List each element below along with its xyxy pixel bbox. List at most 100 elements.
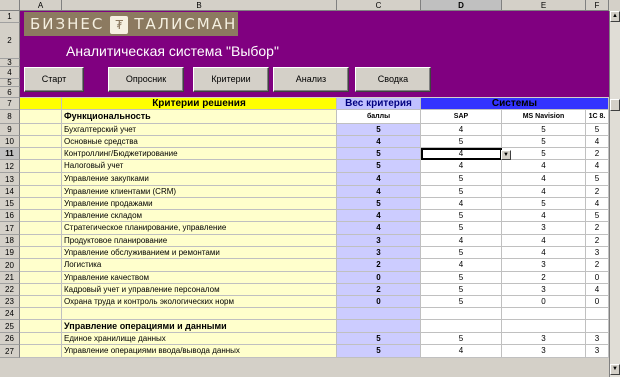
column-header-a[interactable]: A — [20, 0, 62, 11]
system-score[interactable]: 2 — [502, 272, 586, 284]
row-header-2[interactable]: 2 — [0, 23, 20, 59]
criterion-weight[interactable]: 5 — [337, 333, 421, 345]
system-score[interactable]: 5 — [421, 284, 502, 296]
cell-a14[interactable] — [20, 186, 62, 198]
cell-gap[interactable] — [421, 320, 502, 333]
cell-c24[interactable] — [337, 308, 421, 320]
criterion-weight[interactable]: 2 — [337, 259, 421, 272]
cell-a20[interactable] — [20, 259, 62, 272]
row-header-7[interactable]: 7 — [0, 98, 20, 110]
system-score[interactable]: 3 — [502, 345, 586, 358]
system-score[interactable]: 5 — [421, 222, 502, 235]
system-score[interactable]: 4 — [421, 235, 502, 247]
row-header-16[interactable]: 16 — [0, 210, 20, 222]
criterion-name[interactable]: Управление обслуживанием и ремонтами — [62, 247, 337, 259]
system-score[interactable]: 5 — [586, 124, 609, 136]
cell-c25[interactable] — [337, 320, 421, 333]
system-score[interactable]: 5 — [421, 210, 502, 222]
row-header-8[interactable]: 8 — [0, 110, 20, 124]
criterion-weight[interactable]: 4 — [337, 210, 421, 222]
system-score[interactable]: 2 — [586, 148, 609, 160]
criterion-name[interactable]: Управление продажами — [62, 198, 337, 210]
system-name-2[interactable]: 1С 8. — [586, 110, 609, 124]
row-header-15[interactable]: 15 — [0, 198, 20, 210]
system-score[interactable]: 2 — [586, 259, 609, 272]
row-header-3[interactable]: 3 — [0, 59, 20, 67]
system-score[interactable]: 4 — [421, 198, 502, 210]
criterion-name[interactable]: Управление клиентами (CRM) — [62, 186, 337, 198]
system-score[interactable]: 5 — [586, 173, 609, 186]
criterion-weight[interactable]: 4 — [337, 173, 421, 186]
system-score[interactable]: 3 — [586, 247, 609, 259]
system-score[interactable]: 5 — [502, 198, 586, 210]
criterion-name[interactable]: Управление складом — [62, 210, 337, 222]
cell-a12[interactable] — [20, 160, 62, 173]
system-name-0[interactable]: SAP — [421, 110, 502, 124]
group-icon-cell-2[interactable] — [20, 320, 62, 333]
system-score[interactable]: 0 — [586, 272, 609, 284]
system-score[interactable]: 4 — [586, 136, 609, 148]
criterion-name[interactable]: Кадровый учет и управление персоналом — [62, 284, 337, 296]
criterion-weight[interactable]: 2 — [337, 284, 421, 296]
criterion-name[interactable]: Охрана труда и контроль экологических но… — [62, 296, 337, 308]
criterion-name[interactable]: Единое хранилище данных — [62, 333, 337, 345]
system-score[interactable]: 5 — [421, 333, 502, 345]
cell-gap[interactable] — [502, 320, 586, 333]
system-score[interactable]: 4 — [586, 160, 609, 173]
criteria-button[interactable]: Критерии — [193, 67, 269, 92]
cell-a13[interactable] — [20, 173, 62, 186]
system-score[interactable]: 4 — [502, 210, 586, 222]
row-header-22[interactable]: 22 — [0, 284, 20, 296]
criterion-weight[interactable]: 5 — [337, 345, 421, 358]
criterion-weight[interactable]: 5 — [337, 148, 421, 160]
system-score[interactable]: 5 — [502, 148, 586, 160]
cell-gap[interactable] — [421, 308, 502, 320]
system-score[interactable]: 5 — [586, 210, 609, 222]
system-score[interactable]: 3 — [502, 284, 586, 296]
row-header-12[interactable]: 12 — [0, 160, 20, 173]
cell-a15[interactable] — [20, 198, 62, 210]
system-score[interactable]: 0 — [586, 296, 609, 308]
row-header-18[interactable]: 18 — [0, 235, 20, 247]
group-title-functionality[interactable]: Функциональность — [62, 110, 337, 124]
cell-b24[interactable] — [62, 308, 337, 320]
system-score[interactable]: 4 — [586, 284, 609, 296]
cell-a23[interactable] — [20, 296, 62, 308]
row-header-27[interactable]: 27 — [0, 345, 20, 358]
system-score[interactable]: 4 — [502, 235, 586, 247]
criterion-name[interactable]: Налоговый учет — [62, 160, 337, 173]
cell-a22[interactable] — [20, 284, 62, 296]
system-score[interactable]: 4 — [421, 160, 502, 173]
cell-a17[interactable] — [20, 222, 62, 235]
criterion-weight[interactable]: 4 — [337, 186, 421, 198]
column-header-f[interactable]: F — [586, 0, 609, 11]
system-score[interactable]: 4 — [421, 124, 502, 136]
system-score[interactable]: 5 — [421, 272, 502, 284]
system-score[interactable]: 5 — [421, 186, 502, 198]
row-header-13[interactable]: 13 — [0, 173, 20, 186]
system-score[interactable]: 4 — [421, 259, 502, 272]
criterion-weight[interactable]: 5 — [337, 160, 421, 173]
cell-a24[interactable] — [20, 308, 62, 320]
criterion-weight[interactable]: 3 — [337, 235, 421, 247]
system-score[interactable]: 0 — [502, 296, 586, 308]
select-all-corner[interactable] — [0, 0, 20, 11]
system-score[interactable]: 4 — [502, 186, 586, 198]
questionnaire-button[interactable]: Опросник — [108, 67, 184, 92]
points-header[interactable]: баллы — [337, 110, 421, 124]
scrollbar-thumb[interactable] — [610, 99, 620, 111]
cell-a26[interactable] — [20, 333, 62, 345]
criterion-name[interactable]: Управление закупками — [62, 173, 337, 186]
selected-score-cell[interactable]: 4 — [421, 148, 502, 160]
scroll-up-arrow-icon[interactable]: ▲ — [610, 11, 620, 22]
cell-a27[interactable] — [20, 345, 62, 358]
row-header-23[interactable]: 23 — [0, 296, 20, 308]
vertical-scrollbar[interactable]: ▲ ▼ — [609, 11, 620, 377]
weight-header[interactable]: Вес критерия — [337, 98, 421, 110]
column-header-e[interactable]: E — [502, 0, 586, 11]
cell-a10[interactable] — [20, 136, 62, 148]
criterion-name[interactable]: Стратегическое планирование, управление — [62, 222, 337, 235]
cell-a11[interactable] — [20, 148, 62, 160]
cell-a9[interactable] — [20, 124, 62, 136]
column-header-d[interactable]: D — [421, 0, 502, 11]
